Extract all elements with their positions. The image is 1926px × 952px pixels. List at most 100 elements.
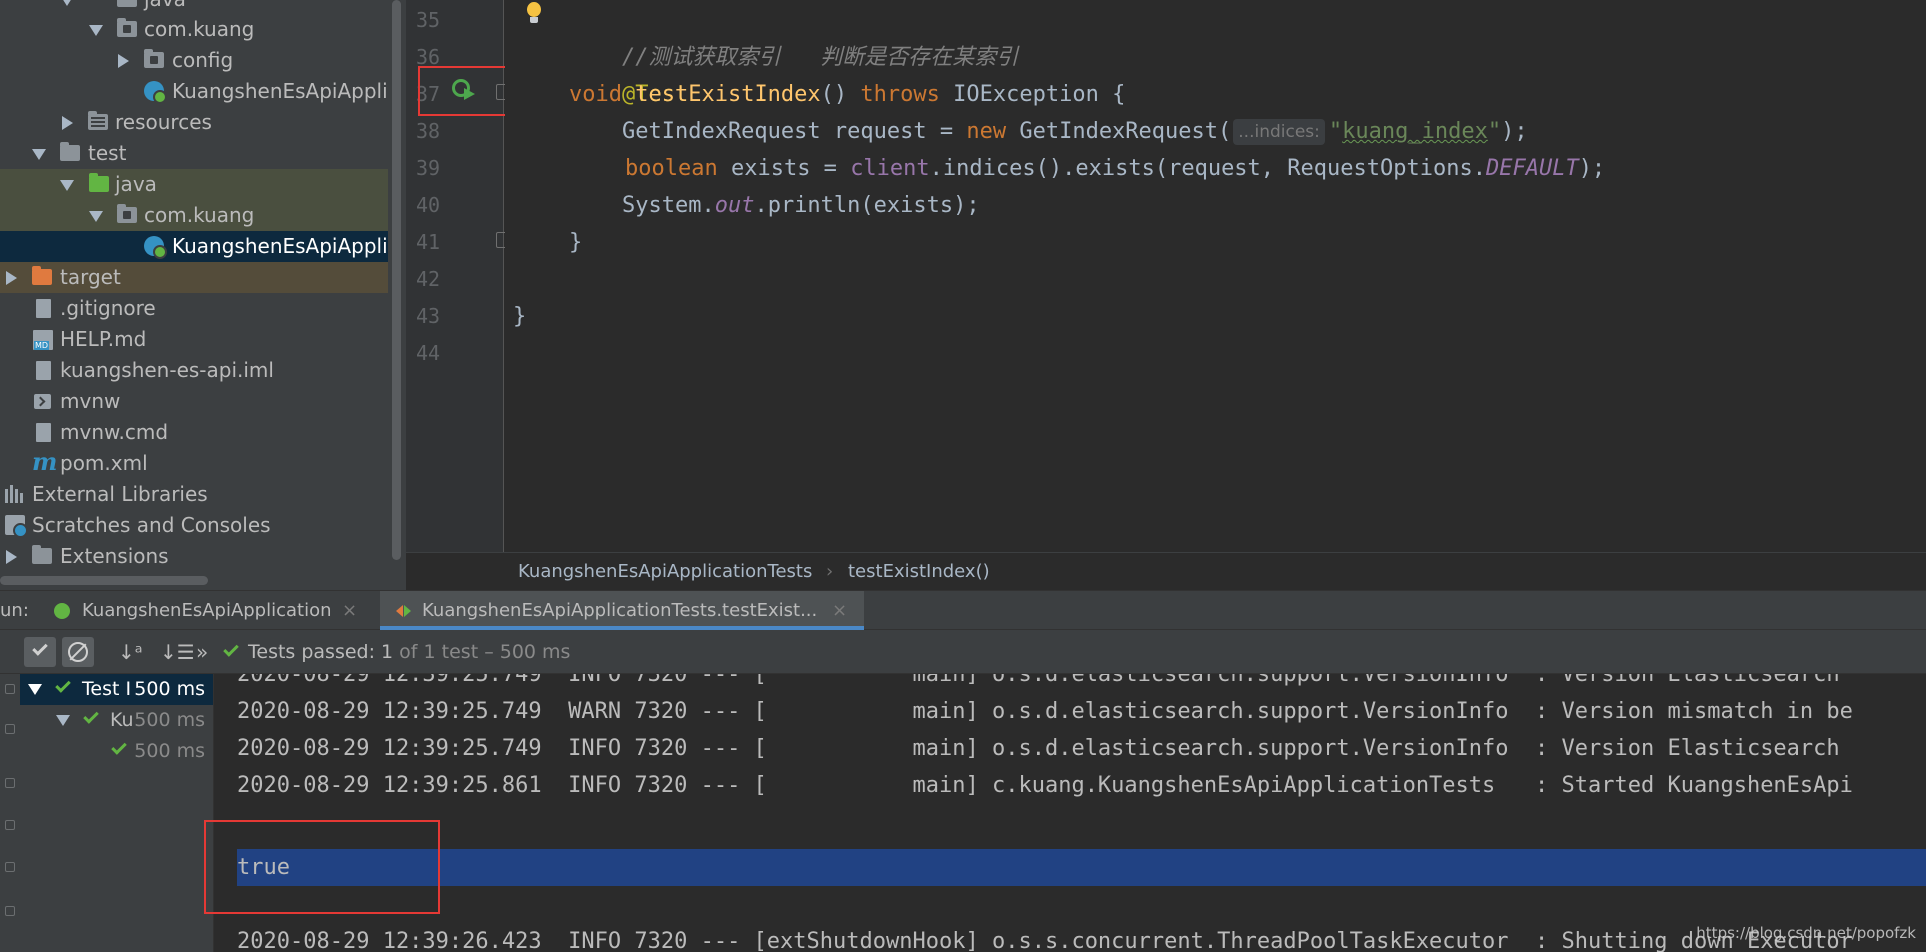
folder-icon bbox=[60, 142, 80, 161]
test-duration: 500 ms bbox=[134, 709, 205, 731]
tree-item-gitignore[interactable]: .gitignore bbox=[0, 293, 388, 324]
tree-item-pom[interactable]: m pom.xml bbox=[0, 448, 388, 479]
layout-icon[interactable] bbox=[5, 820, 15, 830]
collapse-arrow-icon[interactable] bbox=[6, 271, 17, 285]
test-node-root[interactable]: Test I 500 ms bbox=[20, 674, 213, 705]
lightbulb-icon[interactable] bbox=[526, 2, 542, 26]
terminal-file-icon bbox=[34, 394, 51, 409]
tab-application[interactable]: KuangshenEsApiApplication × bbox=[46, 591, 364, 630]
code-line-36: @Test bbox=[569, 39, 688, 107]
tab-label: KuangshenEsApiApplicationTests.testExist… bbox=[422, 600, 818, 621]
spring-run-icon bbox=[54, 603, 70, 619]
breadcrumb: KuangshenEsApiApplicationTests › testExi… bbox=[406, 552, 1926, 590]
tree-item-test-class[interactable]: KuangshenEsApiAppli bbox=[0, 231, 388, 262]
parameter-hint: ...indices: bbox=[1233, 119, 1325, 145]
tree-item-mvnw-cmd[interactable]: mvnw.cmd bbox=[0, 417, 388, 448]
more-actions-icon[interactable]: » bbox=[196, 637, 208, 667]
expand-arrow-icon[interactable] bbox=[32, 149, 46, 160]
resources-folder-icon bbox=[88, 111, 108, 130]
breadcrumb-method[interactable]: testExistIndex() bbox=[848, 553, 990, 591]
code-text: IOException { bbox=[953, 82, 1126, 107]
expand-arrow-icon[interactable] bbox=[89, 25, 103, 36]
project-horizontal-scrollbar[interactable] bbox=[0, 572, 406, 590]
project-vertical-scrollbar[interactable] bbox=[388, 0, 406, 572]
scratches-icon bbox=[5, 515, 28, 538]
line-number: 44 bbox=[416, 341, 441, 365]
code-text: } bbox=[513, 304, 527, 329]
tree-item-label: mvnw bbox=[60, 389, 121, 413]
sort-alpha-icon[interactable]: ↓ᵃ bbox=[118, 637, 143, 667]
tab-tests[interactable]: KuangshenEsApiApplicationTests.testExist… bbox=[380, 591, 864, 630]
code-text: GetIndexRequest( bbox=[1019, 119, 1232, 144]
package-icon bbox=[144, 49, 164, 68]
close-tab-icon[interactable]: × bbox=[342, 591, 357, 631]
code-editor[interactable]: //测试获取索引 判断是否存在某索引 @Test void testExistI… bbox=[505, 0, 1926, 552]
tree-item-test-com-kuang[interactable]: com.kuang bbox=[0, 200, 388, 231]
scrollbar-thumb[interactable] bbox=[392, 0, 401, 560]
sort-duration-icon[interactable]: ↓☰ bbox=[160, 637, 195, 667]
expand-arrow-icon[interactable] bbox=[60, 180, 74, 191]
field: client bbox=[850, 156, 930, 181]
tree-item-extensions[interactable]: Extensions bbox=[0, 541, 388, 572]
tree-item-target[interactable]: target bbox=[0, 262, 388, 293]
toggle-icon[interactable] bbox=[5, 724, 15, 734]
settings-icon[interactable] bbox=[5, 906, 15, 916]
console-output[interactable]: 2020-08-29 12:39:25.749 INFO 7320 --- [ … bbox=[215, 674, 1926, 952]
show-passed-toggle[interactable] bbox=[24, 637, 56, 667]
tree-item-main-application[interactable]: KuangshenEsApiAppli bbox=[0, 76, 388, 107]
tree-item-label: mvnw.cmd bbox=[60, 420, 169, 444]
tree-item-com-kuang[interactable]: com.kuang bbox=[0, 14, 388, 45]
rerun-icon[interactable] bbox=[5, 684, 15, 694]
collapse-arrow-icon[interactable] bbox=[6, 550, 17, 564]
close-tab-icon[interactable]: × bbox=[832, 591, 847, 631]
tree-item-label: .gitignore bbox=[60, 296, 156, 320]
tree-item-label: resources bbox=[115, 110, 212, 134]
test-node-class[interactable]: Ku 500 ms bbox=[20, 705, 213, 736]
test-status: Tests passed: 1 of 1 test – 500 ms bbox=[248, 630, 570, 674]
test-left-icon bbox=[396, 605, 403, 617]
check-icon bbox=[32, 640, 48, 656]
collapse-arrow-icon[interactable] bbox=[62, 116, 73, 130]
tree-item-external-libraries[interactable]: External Libraries bbox=[0, 479, 388, 510]
expand-arrow-icon[interactable] bbox=[89, 211, 103, 222]
tree-item-label: kuangshen-es-api.iml bbox=[60, 358, 274, 382]
tree-item-main-java[interactable]: java bbox=[0, 0, 388, 15]
scrollbar-thumb[interactable] bbox=[0, 576, 208, 585]
selected-output-line bbox=[237, 849, 1926, 886]
tree-item-help-md[interactable]: HELP.md bbox=[0, 324, 388, 355]
tree-item-resources[interactable]: resources bbox=[0, 107, 388, 138]
line-number: 39 bbox=[416, 156, 441, 180]
tree-item-label: Scratches and Consoles bbox=[32, 513, 271, 537]
tree-item-iml[interactable]: kuangshen-es-api.iml bbox=[0, 355, 388, 386]
file-icon bbox=[36, 423, 51, 442]
tree-item-mvnw[interactable]: mvnw bbox=[0, 386, 388, 417]
tree-item-config[interactable]: config bbox=[0, 45, 388, 76]
line-number: 35 bbox=[416, 8, 441, 32]
test-node-method[interactable]: 500 ms bbox=[20, 736, 213, 767]
keyword: throws bbox=[860, 82, 954, 107]
tree-item-label: KuangshenEsApiAppli bbox=[172, 234, 388, 258]
tree-item-scratches[interactable]: Scratches and Consoles bbox=[0, 510, 388, 541]
tree-item-label: target bbox=[60, 265, 121, 289]
show-ignored-toggle[interactable] bbox=[62, 637, 94, 667]
collapse-arrow-icon[interactable] bbox=[118, 54, 129, 68]
expand-arrow-icon[interactable] bbox=[56, 715, 70, 726]
tree-item-label: java bbox=[144, 0, 186, 15]
expand-arrow-icon[interactable] bbox=[60, 0, 74, 6]
breadcrumb-class[interactable]: KuangshenEsApiApplicationTests bbox=[518, 553, 812, 591]
static-field: DEFAULT bbox=[1485, 156, 1579, 181]
static-field: out bbox=[714, 193, 755, 218]
code-text: ); bbox=[1578, 156, 1606, 181]
test-node-label: Ku bbox=[110, 709, 134, 731]
keyword: void bbox=[569, 82, 636, 107]
tree-item-label: HELP.md bbox=[60, 327, 147, 351]
export-icon[interactable] bbox=[5, 862, 15, 872]
console-line: 2020-08-29 12:39:25.861 INFO 7320 --- [ … bbox=[237, 773, 1853, 798]
tree-item-test-java[interactable]: java bbox=[0, 169, 388, 200]
expand-arrow-icon[interactable] bbox=[28, 684, 42, 695]
breadcrumb-separator: › bbox=[826, 561, 834, 582]
string-literal: " bbox=[1328, 119, 1343, 144]
stop-icon[interactable] bbox=[5, 778, 15, 788]
tree-item-test[interactable]: test bbox=[0, 138, 388, 169]
console-line: 2020-08-29 12:39:25.749 INFO 7320 --- [ … bbox=[237, 736, 1840, 761]
